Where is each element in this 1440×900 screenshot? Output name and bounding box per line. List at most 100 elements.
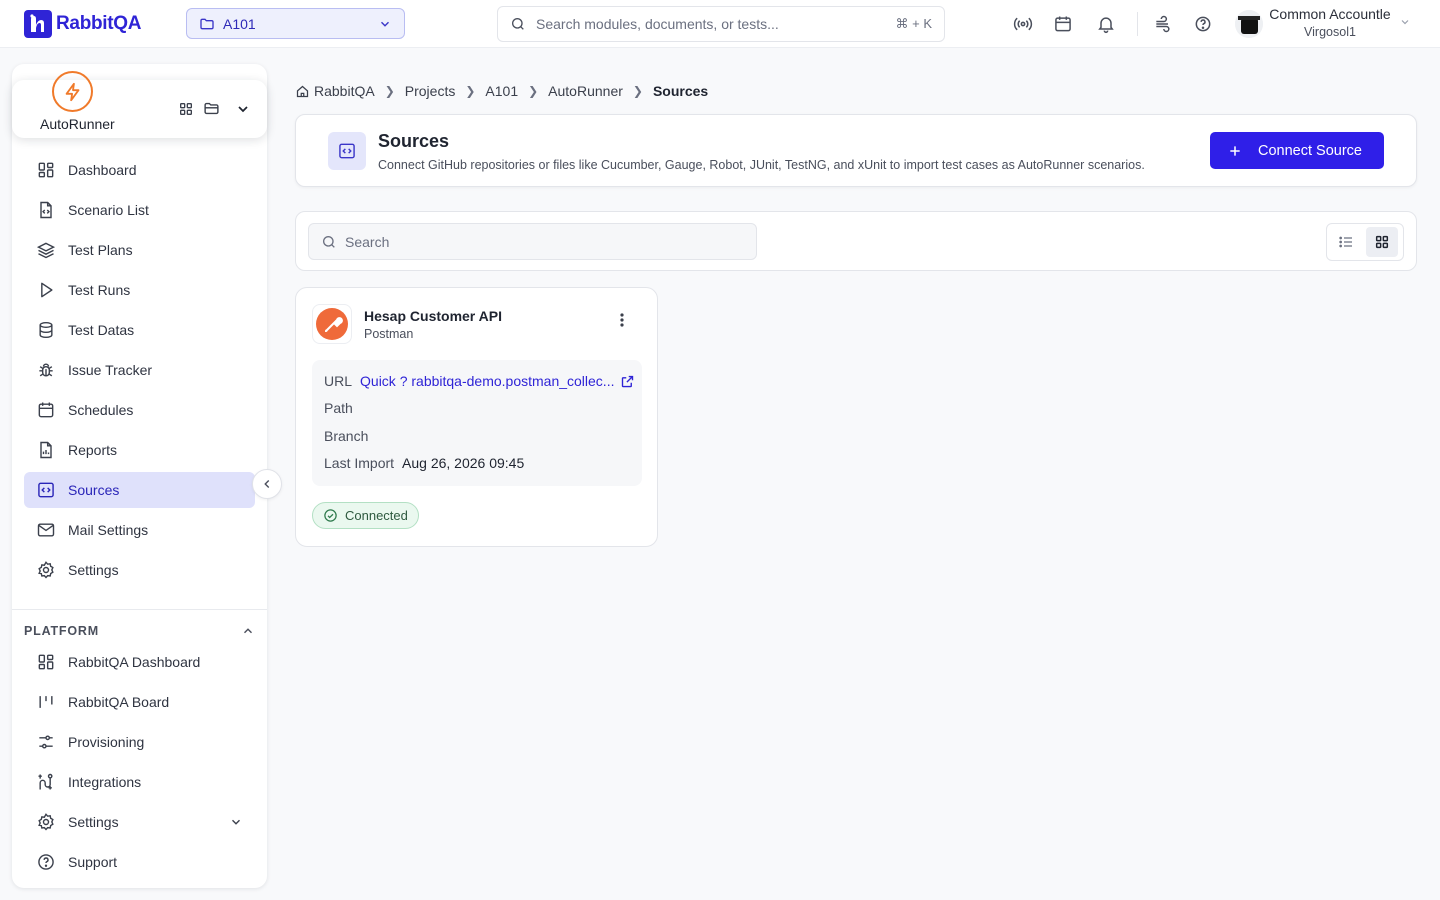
- chevron-down-icon[interactable]: [1399, 16, 1411, 28]
- search-icon: [510, 16, 526, 32]
- project-selector[interactable]: A101: [186, 8, 405, 39]
- last-import-label: Last Import: [324, 455, 395, 471]
- check-circle-icon: [323, 508, 338, 523]
- lightning-icon: [52, 71, 93, 112]
- chevron-down-icon[interactable]: [235, 101, 251, 117]
- last-import-row: Last Import Aug 26, 2026 09:45: [324, 455, 524, 471]
- board-icon: [36, 692, 56, 712]
- sidebar-item-scenario-list[interactable]: Scenario List: [24, 192, 255, 228]
- sidebar-item-rabbitqa-dashboard[interactable]: RabbitQA Dashboard: [24, 644, 255, 680]
- sidebar-item-label: Schedules: [68, 402, 134, 418]
- breadcrumb-link[interactable]: RabbitQA: [314, 83, 375, 99]
- sidebar-item-test-datas[interactable]: Test Datas: [24, 312, 255, 348]
- sidebar-item-provisioning[interactable]: Provisioning: [24, 724, 255, 760]
- sidebar-item-label: Scenario List: [68, 202, 149, 218]
- sidebar-item-label: Sources: [68, 482, 120, 498]
- sidebar-item-platform-settings[interactable]: Settings: [24, 804, 255, 840]
- sliders-icon: [36, 732, 56, 752]
- code-window-icon: [36, 480, 56, 500]
- page-description: Connect GitHub repositories or files lik…: [378, 158, 1145, 172]
- chevron-right-icon: ❯: [384, 84, 395, 98]
- calendar-icon[interactable]: [1051, 12, 1075, 36]
- sidebar-item-settings[interactable]: Settings: [24, 552, 255, 588]
- source-search[interactable]: [308, 223, 757, 260]
- grid-view-button[interactable]: [1366, 227, 1398, 257]
- sidebar-item-integrations[interactable]: Integrations: [24, 764, 255, 800]
- last-import-value: Aug 26, 2026 09:45: [402, 455, 525, 471]
- folder-icon: [199, 16, 215, 32]
- search-input[interactable]: [345, 233, 744, 250]
- chevron-down-icon: [378, 17, 392, 31]
- source-card[interactable]: Hesap Customer API Postman URL Quick ? r…: [295, 287, 658, 547]
- source-type: Postman: [364, 327, 414, 341]
- calendar-icon: [36, 400, 56, 420]
- broadcast-icon[interactable]: [1011, 12, 1035, 36]
- folder-icon[interactable]: [203, 100, 220, 117]
- breadcrumb-link[interactable]: Projects: [405, 83, 456, 99]
- avatar[interactable]: [1235, 10, 1263, 38]
- bug-icon: [36, 360, 56, 380]
- status-text: Connected: [345, 508, 408, 523]
- sidebar-item-mail-settings[interactable]: Mail Settings: [24, 512, 255, 548]
- sidebar-collapse-button[interactable]: [252, 469, 282, 499]
- chevron-up-icon: [241, 624, 255, 638]
- top-bar: RabbitQA A101 Search modules, documents,…: [0, 0, 1440, 48]
- rabbitqa-logo[interactable]: RabbitQA: [24, 10, 142, 38]
- sidebar-item-test-plans[interactable]: Test Plans: [24, 232, 255, 268]
- help-icon[interactable]: [1191, 12, 1215, 36]
- chevron-right-icon: ❯: [528, 84, 539, 98]
- sidebar-item-support[interactable]: Support: [24, 844, 255, 880]
- sidebar-item-label: Support: [68, 854, 118, 870]
- breadcrumb-link[interactable]: A101: [485, 83, 518, 99]
- list-view-button[interactable]: [1330, 227, 1362, 257]
- sidebar-item-sources[interactable]: Sources: [24, 472, 255, 508]
- connect-source-button[interactable]: Connect Source: [1210, 132, 1384, 169]
- global-search-input[interactable]: Search modules, documents, or tests... ⌘…: [497, 6, 945, 42]
- sidebar-item-test-runs[interactable]: Test Runs: [24, 272, 255, 308]
- page-header: Sources Connect GitHub repositories or f…: [295, 114, 1417, 187]
- path-label: Path: [324, 400, 353, 416]
- grid-icon[interactable]: [178, 101, 194, 117]
- page-title: Sources: [378, 131, 450, 151]
- chevron-down-icon: [229, 815, 243, 829]
- platform-section-header[interactable]: PLATFORM: [24, 619, 255, 643]
- sidebar-item-label: Test Plans: [68, 242, 133, 258]
- sidebar-divider: [12, 609, 267, 610]
- status-badge: Connected: [312, 502, 419, 529]
- sidebar: AutoRunner Dashboard Scenario List Test …: [12, 64, 267, 888]
- sidebar-item-rabbitqa-board[interactable]: RabbitQA Board: [24, 684, 255, 720]
- play-icon: [36, 280, 56, 300]
- path-row: Path: [324, 400, 353, 416]
- search-placeholder: Search modules, documents, or tests...: [536, 16, 779, 32]
- branch-row: Branch: [324, 428, 368, 444]
- bell-icon[interactable]: [1094, 12, 1118, 36]
- external-link-icon[interactable]: [620, 374, 635, 389]
- sidebar-item-label: Settings: [68, 562, 119, 578]
- breadcrumb-link[interactable]: AutoRunner: [548, 83, 623, 99]
- app-switcher[interactable]: AutoRunner: [12, 71, 267, 138]
- report-icon: [36, 440, 56, 460]
- source-url-link[interactable]: Quick ? rabbitqa-demo.postman_collec...: [360, 373, 614, 389]
- sidebar-item-label: RabbitQA Dashboard: [68, 654, 201, 670]
- chevron-right-icon: ❯: [465, 84, 476, 98]
- dashboard-icon: [36, 160, 56, 180]
- gear-icon: [36, 812, 56, 832]
- sidebar-item-dashboard[interactable]: Dashboard: [24, 152, 255, 188]
- list-icon: [1338, 234, 1354, 250]
- sidebar-item-issue-tracker[interactable]: Issue Tracker: [24, 352, 255, 388]
- search-shortcut: ⌘ + K: [895, 16, 933, 31]
- database-icon: [36, 320, 56, 340]
- more-options-icon[interactable]: [614, 310, 630, 330]
- sidebar-item-reports[interactable]: Reports: [24, 432, 255, 468]
- breadcrumb: RabbitQA ❯ Projects ❯ A101 ❯ AutoRunner …: [295, 83, 708, 99]
- sidebar-item-label: Mail Settings: [68, 522, 149, 538]
- connect-source-label: Connect Source: [1258, 142, 1362, 159]
- file-code-icon: [36, 200, 56, 220]
- home-icon: [295, 84, 310, 99]
- sidebar-item-label: Issue Tracker: [68, 362, 153, 378]
- user-org: Virgosol1: [1304, 25, 1356, 39]
- user-menu[interactable]: Common Accountle Virgosol1: [1268, 6, 1392, 39]
- sidebar-item-schedules[interactable]: Schedules: [24, 392, 255, 428]
- chevron-left-icon: [260, 477, 274, 491]
- theme-palette-icon[interactable]: [1151, 12, 1175, 36]
